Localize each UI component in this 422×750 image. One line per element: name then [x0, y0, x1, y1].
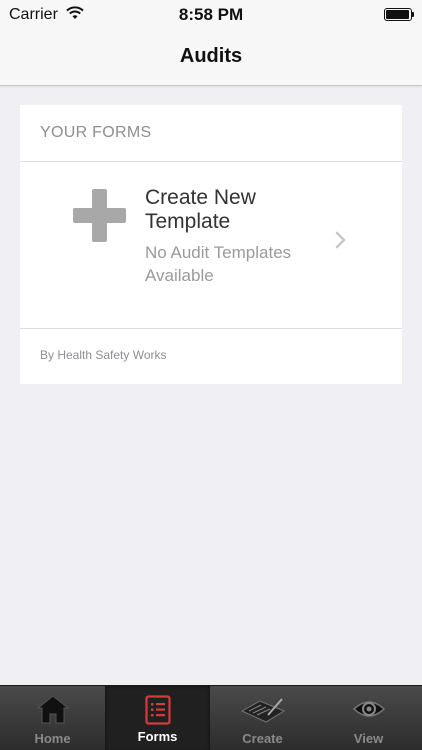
tab-create[interactable]: Create	[210, 686, 315, 750]
footer-credit: By Health Safety Works	[40, 348, 167, 362]
battery-icon	[384, 8, 414, 21]
view-icon	[352, 701, 385, 717]
create-template-row[interactable]: Create New Template No Audit Templates A…	[20, 162, 402, 329]
tab-home-label: Home	[34, 731, 71, 746]
forms-icon	[144, 695, 171, 725]
tab-forms-label: Forms	[137, 729, 178, 744]
chevron-right-icon	[335, 231, 346, 249]
clock-time: 8:58 PM	[178, 5, 244, 24]
navigation-bar: Audits	[0, 30, 422, 86]
page-title: Audits	[179, 45, 243, 67]
screen: Carrier 8:58 PM Audits YOUR FORMS Create…	[0, 0, 422, 750]
home-icon	[36, 695, 69, 724]
no-templates-message: No Audit Templates Available	[145, 243, 292, 285]
create-template-title: Create New Template	[145, 186, 256, 233]
section-title: YOUR FORMS	[40, 124, 152, 141]
forms-card: YOUR FORMS Create New Template No Audit …	[20, 105, 402, 384]
tab-view[interactable]: View	[315, 686, 422, 750]
tab-bar: Home Forms Create View	[0, 685, 422, 750]
tab-create-label: Create	[242, 731, 283, 746]
tab-home[interactable]: Home	[0, 686, 105, 750]
tab-view-label: View	[353, 731, 384, 746]
tab-forms[interactable]: Forms	[105, 686, 210, 750]
section-header: YOUR FORMS	[20, 105, 402, 162]
create-icon	[240, 698, 285, 723]
status-bar: Carrier 8:58 PM	[0, 0, 422, 30]
plus-icon	[73, 189, 126, 242]
